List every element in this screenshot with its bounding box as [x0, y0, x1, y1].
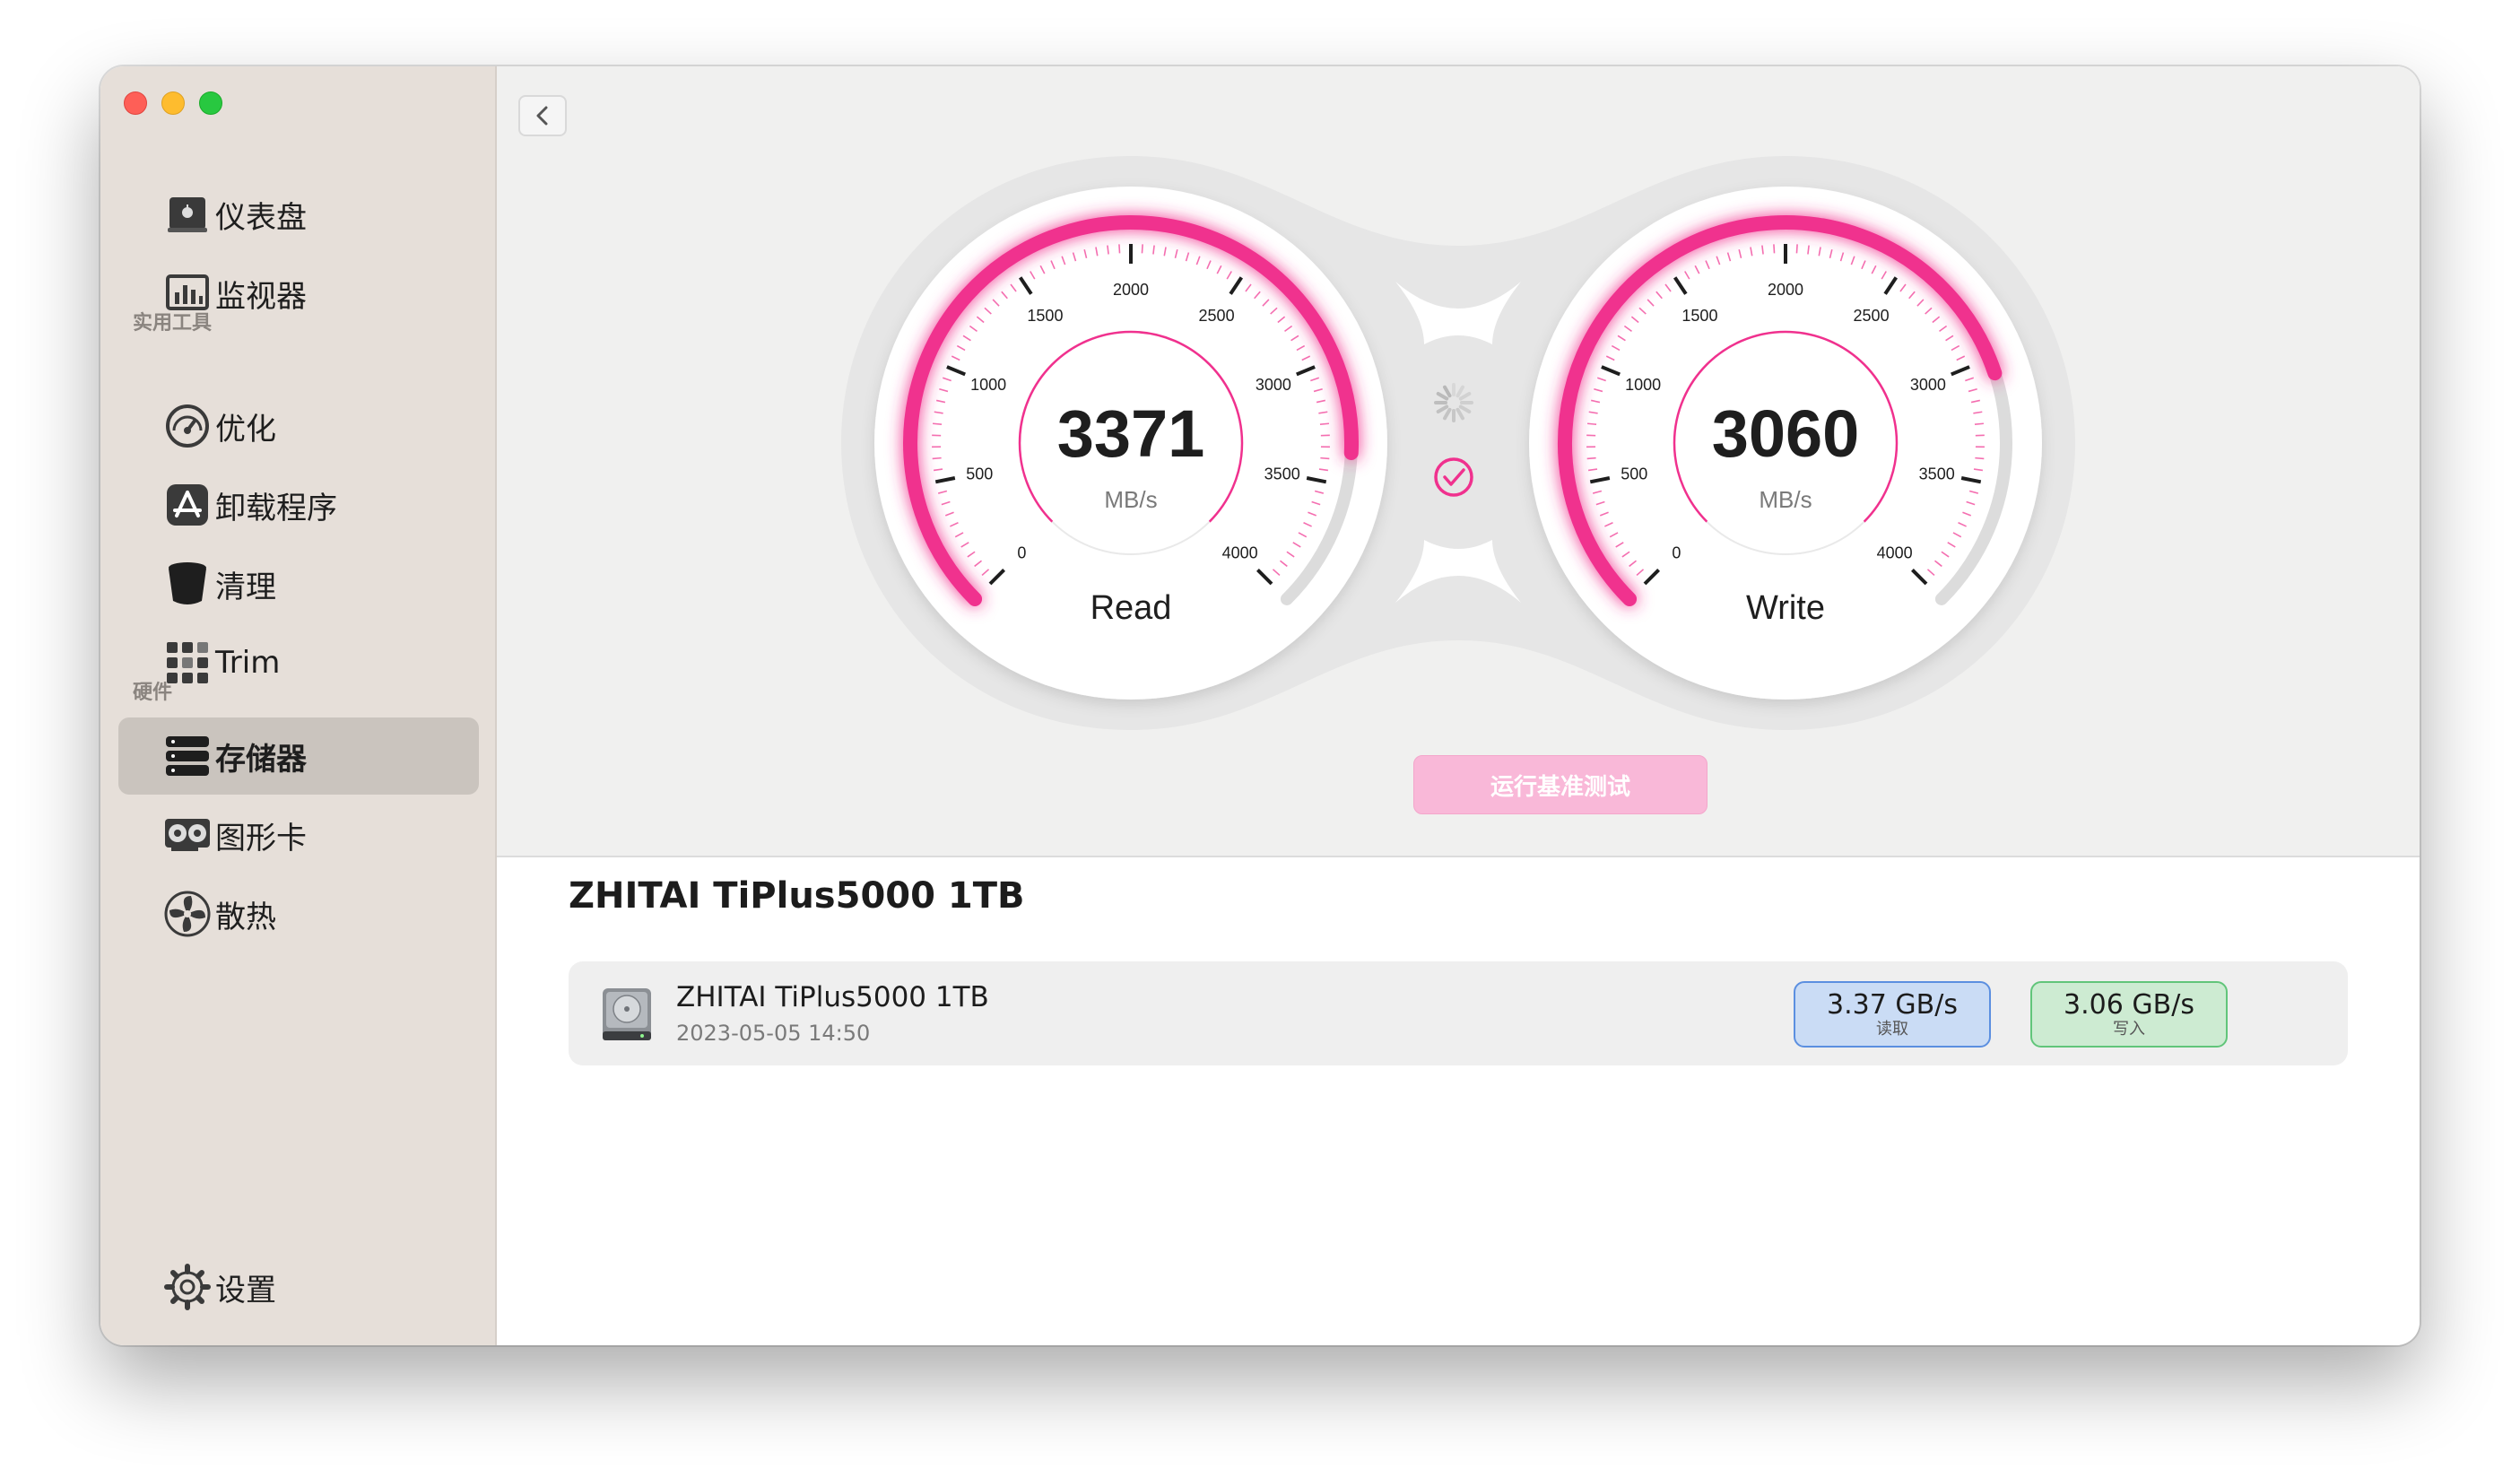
tick-label: 3500: [1264, 465, 1300, 483]
gear-icon: [163, 1263, 212, 1311]
window-controls: [124, 91, 222, 115]
sidebar-item-cleaner[interactable]: 清理: [118, 545, 479, 622]
tick-label: 2000: [1768, 281, 1803, 299]
hard-drive-icon: [601, 987, 653, 1046]
tick-label: 1500: [1681, 307, 1717, 325]
write-value: 3060: [1712, 396, 1860, 471]
read-gauge: 0 500 1000 1500 2000 2500 3000 3500 4000 3371 MB…: [874, 187, 1387, 700]
tick-label: 2000: [1113, 281, 1149, 299]
sidebar-item-label: 设置: [215, 1272, 276, 1308]
fan-icon: [163, 890, 212, 938]
write-speed-label: 写入: [2113, 1020, 2145, 1039]
tick-label: 1000: [1625, 376, 1661, 394]
sidebar-item-settings[interactable]: 设置: [118, 1248, 479, 1326]
sidebar-item-cooling[interactable]: 散热: [118, 875, 479, 952]
write-speed-badge: 3.06 GB/s 写入: [2030, 981, 2228, 1048]
tick-label: 1500: [1027, 307, 1063, 325]
tick-label: 2500: [1854, 307, 1890, 325]
minor-tick: [1118, 244, 1121, 254]
minor-tick: [1975, 456, 1985, 460]
gauge-area: 0 500 1000 1500 2000 2500 3000 3500 4000 3371 MB…: [841, 156, 2075, 730]
device-title: ZHITAI TiPlus5000 1TB: [569, 875, 1025, 917]
tick-label: 0: [1017, 544, 1026, 562]
minor-tick: [1974, 422, 1985, 426]
tick-label: 500: [1621, 465, 1647, 483]
minor-tick: [932, 422, 943, 426]
tick-label: 3000: [1910, 376, 1946, 394]
graphics-card-icon: [163, 811, 212, 859]
tick-label: 1000: [970, 376, 1006, 394]
trash-bin-icon: [163, 560, 212, 608]
tick-label: 3000: [1256, 376, 1291, 394]
tick-label: 500: [966, 465, 993, 483]
sidebar-item-label: 卸载程序: [215, 490, 337, 526]
gauge-icon: [163, 402, 212, 450]
minimize-button[interactable]: [161, 91, 185, 115]
minor-tick: [1795, 244, 1798, 254]
minor-tick: [1319, 422, 1330, 426]
main-content: 0 500 1000 1500 2000 2500 3000 3500 4000 3371 MB…: [497, 66, 2420, 1345]
device-date: 2023-05-05 14:50: [676, 1021, 871, 1046]
storage-icon: [163, 732, 212, 780]
write-label: Write: [1746, 589, 1825, 627]
run-benchmark-button[interactable]: 运行基准测试: [1413, 755, 1708, 814]
sidebar-item-label: 散热: [215, 899, 276, 935]
sidebar-item-label: 优化: [215, 411, 276, 448]
sidebar: 仪表盘 监视器 实用工具 优化 卸载程序 清理 Trim 硬件 存储器 图形卡 …: [100, 66, 497, 1345]
sidebar-item-label: 存储器: [215, 741, 307, 778]
minor-tick: [1773, 244, 1776, 254]
sidebar-item-label: 图形卡: [215, 820, 307, 856]
sidebar-item-storage[interactable]: 存储器: [118, 717, 479, 795]
section-title-hardware: 硬件: [133, 682, 173, 704]
sidebar-item-dashboard[interactable]: 仪表盘: [118, 176, 479, 253]
write-gauge: 0 500 1000 1500 2000 2500 3000 3500 4000 3060 MB…: [1529, 187, 2042, 700]
device-row[interactable]: ZHITAI TiPlus5000 1TB 2023-05-05 14:50 3…: [569, 961, 2348, 1065]
tick-label: 4000: [1222, 544, 1258, 562]
read-speed-badge: 3.37 GB/s 读取: [1794, 981, 1991, 1048]
write-speed-value: 3.06 GB/s: [2064, 989, 2194, 1021]
minor-tick: [1141, 244, 1143, 254]
app-store-icon: [163, 481, 212, 529]
tick-label: 2500: [1199, 307, 1235, 325]
sidebar-item-label: 仪表盘: [215, 199, 307, 236]
device-name: ZHITAI TiPlus5000 1TB: [676, 981, 989, 1013]
app-window: 仪表盘 监视器 实用工具 优化 卸载程序 清理 Trim 硬件 存储器 图形卡 …: [100, 66, 2420, 1345]
tick-label: 4000: [1877, 544, 1913, 562]
zoom-button[interactable]: [199, 91, 222, 115]
read-speed-label: 读取: [1876, 1020, 1908, 1039]
section-title-tools: 实用工具: [133, 312, 213, 335]
read-speed-value: 3.37 GB/s: [1827, 989, 1958, 1021]
sidebar-item-optimize[interactable]: 优化: [118, 387, 479, 465]
minor-tick: [1586, 422, 1597, 426]
read-label: Read: [1091, 589, 1172, 627]
sidebar-item-label: 监视器: [215, 278, 307, 315]
minor-tick: [1586, 456, 1596, 460]
benchmark-panel: 0 500 1000 1500 2000 2500 3000 3500 4000 3371 MB…: [497, 66, 2420, 857]
write-unit: MB/s: [1759, 486, 1812, 513]
read-unit: MB/s: [1104, 486, 1157, 513]
minor-tick: [932, 456, 942, 460]
sidebar-item-graphics[interactable]: 图形卡: [118, 796, 479, 874]
minor-tick: [1320, 456, 1330, 460]
sidebar-item-label: Trim: [215, 645, 281, 681]
sidebar-item-trim[interactable]: Trim: [118, 624, 479, 701]
tick-label: 3500: [1919, 465, 1955, 483]
sidebar-item-label: 清理: [215, 569, 276, 605]
sidebar-item-uninstaller[interactable]: 卸载程序: [118, 466, 479, 543]
read-value: 3371: [1057, 396, 1205, 471]
dashboard-icon: [163, 190, 212, 239]
tick-label: 0: [1672, 544, 1681, 562]
close-button[interactable]: [124, 91, 147, 115]
